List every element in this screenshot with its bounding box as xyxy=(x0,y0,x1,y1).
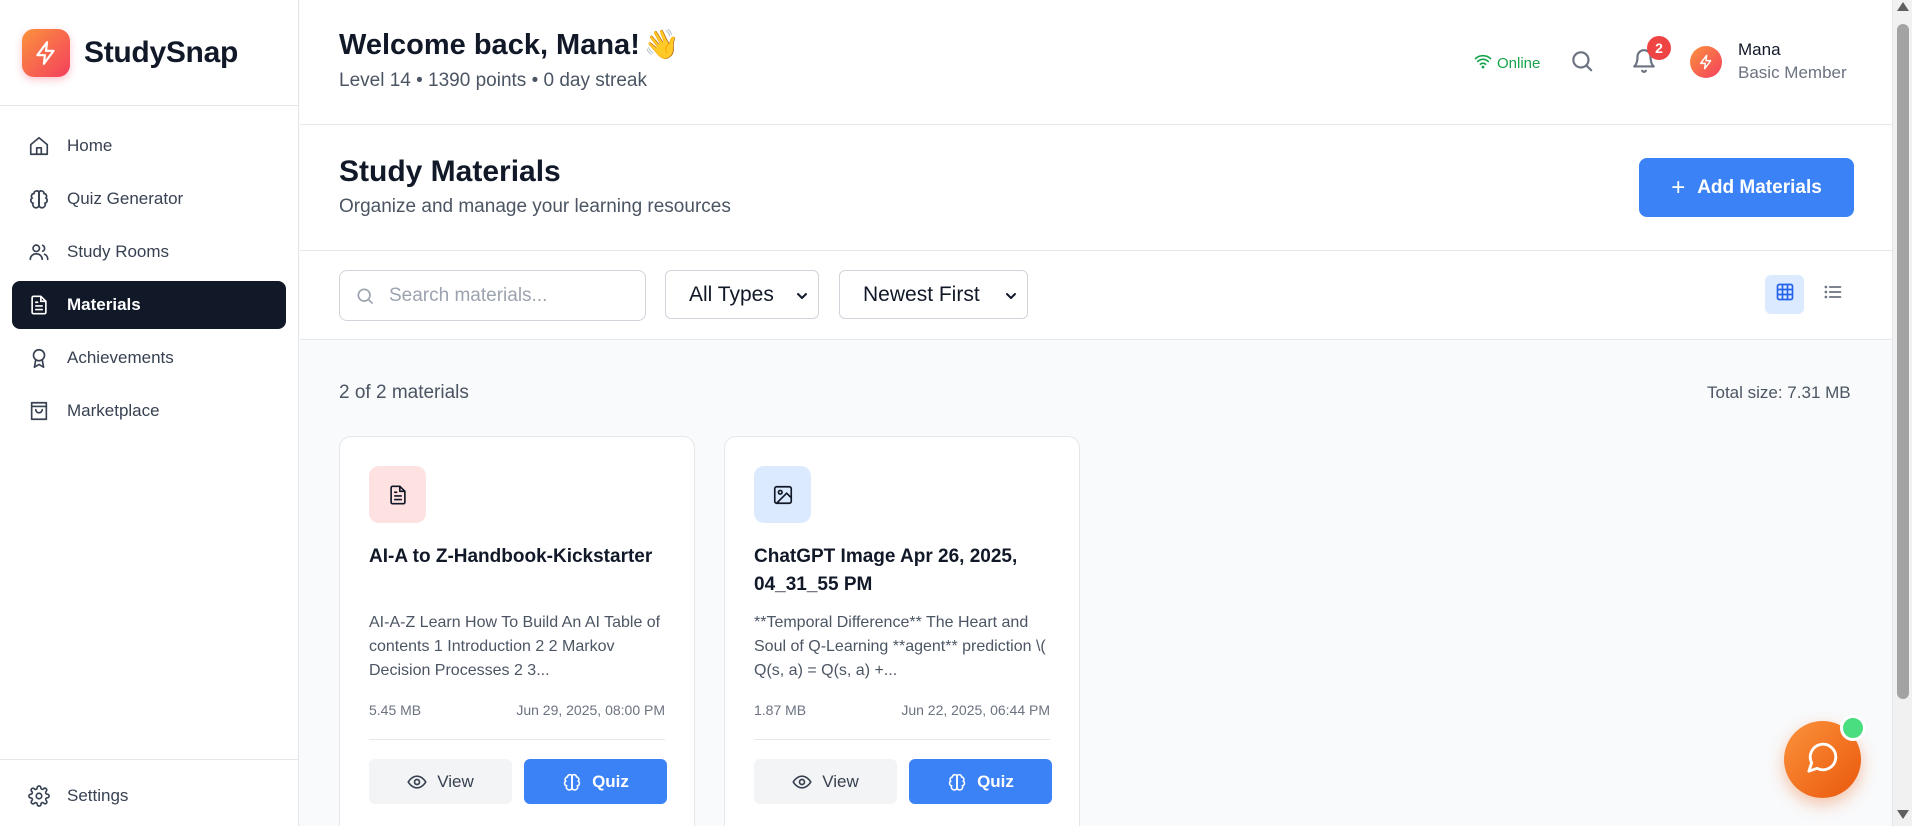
quiz-button[interactable]: Quiz xyxy=(524,759,667,804)
add-materials-button[interactable]: + Add Materials xyxy=(1639,158,1854,217)
chat-bubble-icon xyxy=(1806,740,1840,779)
type-filter-value: All Types xyxy=(689,282,774,306)
image-icon xyxy=(754,466,811,523)
material-description: AI-A-Z Learn How To Build An AI Table of… xyxy=(369,614,661,679)
user-stats: Level 14 • 1390 points • 0 day streak xyxy=(339,70,647,91)
view-label: View xyxy=(822,771,859,791)
avatar[interactable] xyxy=(1690,46,1722,78)
sidebar-footer: Settings xyxy=(0,759,298,825)
eye-icon xyxy=(792,772,812,792)
lightning-bolt-icon xyxy=(22,28,70,77)
app-name: StudySnap xyxy=(84,35,238,69)
material-size: 5.45 MB xyxy=(369,702,422,718)
user-name[interactable]: Mana xyxy=(1738,40,1781,60)
sidebar-item-marketplace[interactable]: Marketplace xyxy=(12,387,286,435)
brand[interactable]: StudySnap xyxy=(0,0,298,106)
scroll-down-arrow[interactable] xyxy=(1897,810,1909,819)
chevron-down-icon xyxy=(794,286,810,310)
user-role: Basic Member xyxy=(1738,63,1847,82)
divider xyxy=(369,739,665,740)
page-title: Study Materials xyxy=(339,155,561,188)
chat-online-dot xyxy=(1840,715,1866,741)
sidebar-item-label: Home xyxy=(67,136,113,155)
sidebar-item-label: Settings xyxy=(67,786,129,805)
list-icon xyxy=(1823,282,1843,307)
material-date: Jun 29, 2025, 08:00 PM xyxy=(516,702,665,718)
document-icon xyxy=(27,293,51,317)
sidebar-item-label: Achievements xyxy=(67,348,174,367)
online-status: Online xyxy=(1474,52,1540,74)
quiz-button[interactable]: Quiz xyxy=(909,759,1052,804)
page-subtitle: Organize and manage your learning resour… xyxy=(339,196,731,217)
view-button[interactable]: View xyxy=(369,759,512,804)
quiz-label: Quiz xyxy=(977,771,1014,791)
grid-icon xyxy=(1775,282,1795,307)
scroll-up-arrow[interactable] xyxy=(1897,2,1909,11)
material-title[interactable]: ChatGPT Image Apr 26, 2025, 04_31_55 PM xyxy=(754,543,1054,599)
material-title[interactable]: AI-A to Z-Handbook-Kickstarter xyxy=(369,543,669,571)
sidebar-item-achievements[interactable]: Achievements xyxy=(12,334,286,382)
eye-icon xyxy=(407,772,427,792)
sidebar-item-home[interactable]: Home xyxy=(12,122,286,170)
type-filter-select[interactable]: All Types xyxy=(665,270,819,319)
total-size: Total size: 7.31 MB xyxy=(1707,383,1851,402)
plus-icon: + xyxy=(1671,173,1686,201)
material-size: 1.87 MB xyxy=(754,702,807,718)
wave-emoji: 👋 xyxy=(643,29,680,61)
add-materials-label: Add Materials xyxy=(1697,176,1822,198)
material-date: Jun 22, 2025, 06:44 PM xyxy=(901,702,1050,718)
search-input[interactable] xyxy=(389,284,629,307)
search-box[interactable] xyxy=(339,270,646,321)
chevron-down-icon xyxy=(1003,286,1019,310)
welcome-heading: Welcome back, Mana! 👋 xyxy=(339,28,680,62)
view-label: View xyxy=(437,771,474,791)
sidebar-item-materials[interactable]: Materials xyxy=(12,281,286,329)
sidebar-item-quiz-generator[interactable]: Quiz Generator xyxy=(12,175,286,223)
sidebar-item-study-rooms[interactable]: Study Rooms xyxy=(12,228,286,276)
brain-icon xyxy=(27,187,51,211)
sidebar-nav: Home Quiz Generator Study Rooms Material… xyxy=(0,106,298,435)
sidebar-item-label: Marketplace xyxy=(67,401,160,420)
material-card[interactable]: AI-A to Z-Handbook-Kickstarter AI-A-Z Le… xyxy=(339,436,695,826)
shopping-bag-icon xyxy=(27,399,51,423)
brain-icon xyxy=(562,772,582,792)
materials-count: 2 of 2 materials xyxy=(339,382,469,403)
document-icon xyxy=(369,466,426,523)
divider xyxy=(754,739,1050,740)
material-card[interactable]: ChatGPT Image Apr 26, 2025, 04_31_55 PM … xyxy=(724,436,1080,826)
sidebar: StudySnap Home Quiz Generator Study Room… xyxy=(0,0,299,826)
sidebar-item-label: Quiz Generator xyxy=(67,189,184,208)
home-icon xyxy=(27,134,51,158)
welcome-text: Welcome back, Mana! xyxy=(339,29,640,61)
sort-select[interactable]: Newest First xyxy=(839,270,1028,319)
wifi-icon xyxy=(1474,52,1492,74)
page-head: Study Materials Organize and manage your… xyxy=(300,125,1892,251)
view-button[interactable]: View xyxy=(754,759,897,804)
page-scrollbar[interactable] xyxy=(1892,0,1912,826)
award-icon xyxy=(27,346,51,370)
quiz-label: Quiz xyxy=(592,771,629,791)
gear-icon xyxy=(27,784,51,808)
online-label: Online xyxy=(1497,54,1541,72)
sidebar-item-settings[interactable]: Settings xyxy=(12,772,286,820)
notification-badge: 2 xyxy=(1647,36,1671,60)
sidebar-item-label: Study Rooms xyxy=(67,242,170,261)
sidebar-item-label: Materials xyxy=(67,295,141,314)
grid-view-button[interactable] xyxy=(1765,275,1804,314)
top-header: Welcome back, Mana! 👋 Level 14 • 1390 poi… xyxy=(300,0,1892,125)
sort-value: Newest First xyxy=(863,282,980,306)
filter-bar: All Types Newest First xyxy=(300,251,1892,340)
users-icon xyxy=(27,240,51,264)
search-icon[interactable] xyxy=(1569,48,1595,74)
list-view-button[interactable] xyxy=(1813,275,1852,314)
brain-icon xyxy=(947,772,967,792)
scroll-thumb[interactable] xyxy=(1897,24,1909,699)
search-icon xyxy=(355,286,375,306)
material-description: **Temporal Difference** The Heart and So… xyxy=(754,614,1046,679)
